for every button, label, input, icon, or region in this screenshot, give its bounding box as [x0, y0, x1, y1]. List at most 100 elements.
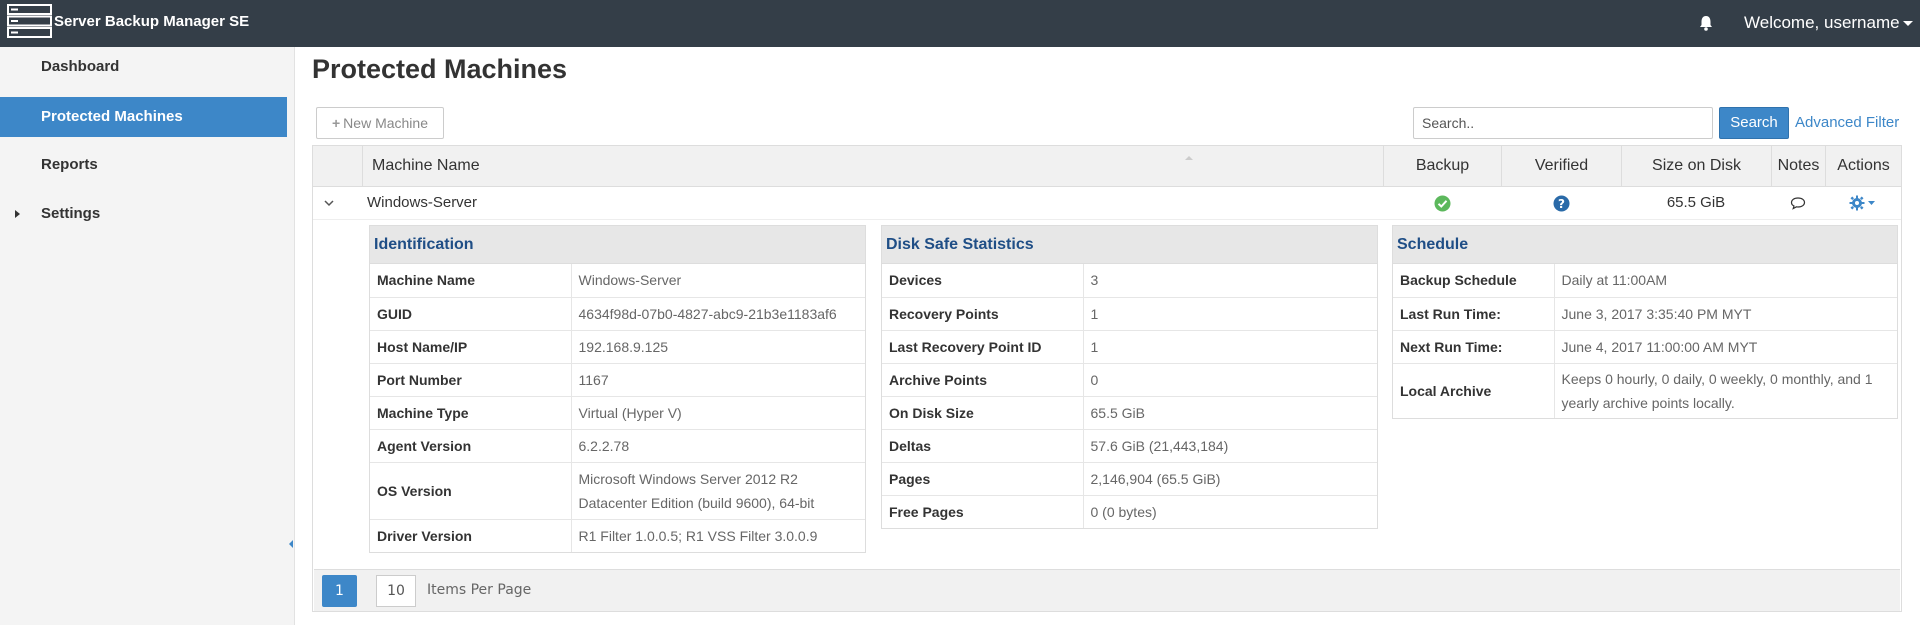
advanced-filter-link[interactable]: Advanced Filter: [1795, 114, 1899, 131]
field-label: Agent Version: [370, 428, 572, 462]
table-row[interactable]: Windows-Server ? 65.5 GiB: [313, 187, 1901, 220]
field-label: Archive Points: [882, 362, 1084, 396]
gear-icon[interactable]: [1849, 195, 1877, 211]
schedule-panel: Schedule Backup Schedule Daily at 11:00AM…: [1392, 225, 1898, 419]
list-item: Port Number 1167: [370, 362, 865, 396]
top-navbar: Server Backup Manager SE Welcome, userna…: [0, 0, 1920, 47]
identification-table: Machine Name Windows-Server GUID 4634f98d-…: [370, 264, 865, 552]
page-title: Protected Machines: [312, 54, 568, 84]
field-label: Backup Schedule: [1393, 264, 1555, 297]
list-item: Machine Name Windows-Server: [370, 264, 865, 297]
search-button[interactable]: Search: [1719, 107, 1789, 139]
column-header-size-on-disk[interactable]: Size on Disk: [1621, 146, 1771, 186]
column-header-backup[interactable]: Backup: [1383, 146, 1501, 186]
field-value: 65.5 GiB: [1083, 395, 1377, 429]
question-circle-icon: ?: [1553, 195, 1569, 212]
actions-cell[interactable]: [1825, 187, 1901, 219]
sort-up-icon: [1185, 156, 1193, 160]
list-item: OS Version Microsoft Windows Server 2012 …: [370, 461, 865, 519]
field-label: Host Name/IP: [370, 329, 572, 363]
plus-icon: +: [331, 115, 341, 131]
app-title[interactable]: Server Backup Manager SE: [54, 13, 249, 30]
identification-panel: Identification Machine Name Windows-Serve…: [369, 225, 866, 553]
schedule-table: Backup Schedule Daily at 11:00AM Last Run…: [1393, 264, 1897, 418]
grid-header: Machine Name Backup Verified Size on Dis…: [313, 146, 1901, 187]
field-value: 1167: [571, 362, 865, 396]
comment-icon[interactable]: [1790, 196, 1806, 210]
field-value: June 4, 2017 11:00:00 AM MYT: [1554, 329, 1897, 363]
bell-icon[interactable]: [1697, 14, 1715, 32]
svg-text:?: ?: [1558, 197, 1565, 211]
field-label: Last Recovery Point ID: [882, 329, 1084, 363]
field-label: Recovery Points: [882, 296, 1084, 330]
field-label: Last Run Time:: [1393, 296, 1555, 330]
sidebar-item-settings[interactable]: Settings: [0, 194, 287, 234]
list-item: On Disk Size 65.5 GiB: [882, 395, 1377, 429]
list-item: Free Pages 0 (0 bytes): [882, 494, 1377, 528]
check-circle-icon: [1434, 195, 1450, 212]
sidebar-item-reports[interactable]: Reports: [0, 145, 287, 185]
field-label: OS Version: [370, 461, 572, 519]
machines-grid: Machine Name Backup Verified Size on Dis…: [312, 145, 1902, 612]
field-value: Daily at 11:00AM: [1561, 272, 1668, 289]
items-per-page-label: Items Per Page: [427, 582, 532, 598]
list-item: Host Name/IP 192.168.9.125: [370, 329, 865, 363]
disk-safe-statistics-panel: Disk Safe Statistics Devices 3 Recovery P…: [881, 225, 1378, 529]
field-label: Driver Version: [370, 518, 572, 552]
field-value: June 3, 2017 3:35:40 PM MYT: [1554, 296, 1897, 330]
list-item: Deltas 57.6 GiB (21,443,184): [882, 428, 1377, 462]
list-item: GUID 4634f98d-07b0-4827-abc9-21b3e1183af6: [370, 296, 865, 330]
column-header-machine-name[interactable]: Machine Name: [362, 146, 1379, 186]
field-value: 57.6 GiB (21,443,184): [1083, 428, 1377, 462]
sidebar-item-label: Reports: [41, 156, 98, 173]
welcome-text: Welcome, username: [1744, 13, 1900, 32]
list-item: Archive Points 0: [882, 362, 1377, 396]
column-label: Machine Name: [372, 157, 480, 174]
column-header-notes[interactable]: Notes: [1771, 146, 1825, 186]
sidebar: Dashboard Protected Machines Reports Set…: [0, 47, 295, 625]
field-value: 1: [1083, 329, 1377, 363]
field-value: 0 (0 bytes): [1083, 494, 1377, 528]
search-input[interactable]: [1413, 107, 1713, 139]
collapse-sidebar-icon[interactable]: [288, 537, 294, 551]
list-item: Last Run Time: June 3, 2017 3:35:40 PM MY…: [1393, 296, 1897, 330]
sidebar-item-protected-machines[interactable]: Protected Machines: [0, 97, 287, 137]
list-item: Driver Version R1 Filter 1.0.0.5; R1 VSS …: [370, 518, 865, 552]
field-label: Machine Name: [370, 264, 572, 297]
verified-status-cell: ?: [1501, 187, 1621, 219]
size-on-disk-cell: 65.5 GiB: [1666, 194, 1726, 211]
server-rack-icon: [7, 4, 52, 38]
notes-cell[interactable]: [1771, 187, 1825, 219]
items-per-page-select[interactable]: 10: [376, 575, 416, 607]
list-item: Next Run Time: June 4, 2017 11:00:00 AM M…: [1393, 329, 1897, 363]
list-item: Recovery Points 1: [882, 296, 1377, 330]
sidebar-item-label: Protected Machines: [41, 108, 183, 125]
column-header-actions: Actions: [1825, 146, 1901, 186]
user-menu[interactable]: Welcome, username: [1744, 13, 1913, 33]
machine-name-cell[interactable]: Windows-Server: [367, 187, 1367, 219]
caret-right-icon: [15, 210, 20, 218]
backup-status-cell: [1383, 187, 1501, 219]
list-item: Local Archive Keeps 0 hourly, 0 daily, 0 …: [1393, 362, 1897, 418]
field-label: Local Archive: [1393, 362, 1555, 418]
field-label: GUID: [370, 296, 572, 330]
field-value: Keeps 0 hourly, 0 daily, 0 weekly, 0 mon…: [1554, 362, 1897, 418]
chevron-down-icon[interactable]: [321, 195, 337, 211]
field-value: 192.168.9.125: [571, 329, 865, 363]
sidebar-item-label: Dashboard: [41, 58, 120, 75]
field-label: On Disk Size: [882, 395, 1084, 429]
field-label: Port Number: [370, 362, 572, 396]
column-header-verified[interactable]: Verified: [1501, 146, 1621, 186]
sidebar-item-dashboard[interactable]: Dashboard: [0, 47, 287, 87]
caret-down-icon: [1902, 21, 1913, 27]
field-label: Free Pages: [882, 494, 1084, 528]
list-item: Machine Type Virtual (Hyper V): [370, 395, 865, 429]
list-item: Agent Version 6.2.2.78: [370, 428, 865, 462]
list-item: Last Recovery Point ID 1: [882, 329, 1377, 363]
field-value: R1 Filter 1.0.0.5; R1 VSS Filter 3.0.0.9: [571, 518, 865, 552]
list-item: Backup Schedule Daily at 11:00AM: [1393, 264, 1897, 297]
field-label: Machine Type: [370, 395, 572, 429]
new-machine-button[interactable]: + New Machine: [316, 107, 444, 139]
field-value: 3: [1090, 272, 1099, 289]
page-button-1[interactable]: 1: [322, 575, 357, 607]
